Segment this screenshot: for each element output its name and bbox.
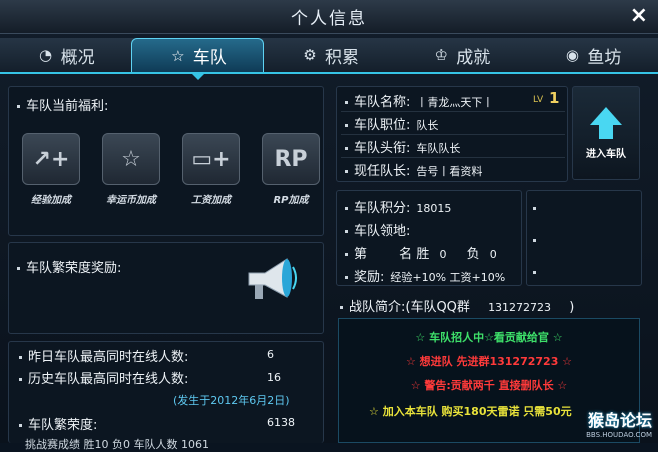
- team-title-value: 车队队长: [416, 142, 461, 155]
- tab-accumulate-label: 积累: [325, 47, 359, 68]
- team-points-side-panel: [526, 190, 642, 286]
- reward-title: 车队繁荣度奖励:: [17, 257, 121, 276]
- team-bonus-value: 经验+10% 工资+10%: [390, 271, 506, 284]
- forum-watermark: 猴岛论坛 BBS.HOUDAO.COM: [586, 407, 652, 439]
- benefit-exp-label: 经验加成: [31, 195, 71, 206]
- team-rank-row: 第 名 胜 0 负 0: [345, 243, 497, 262]
- tab-bar: ◔ 概况 ☆ 车队 ⚙ 积累 ♔ 成就 ◉ 鱼坊: [0, 38, 658, 80]
- team-loss-value: 0: [489, 248, 497, 261]
- team-benefits-panel: 车队当前福利: ↗+ 经验加成 ☆ 幸运币加成 ▭+ 工资加成 RP RP加成: [8, 86, 324, 236]
- history-online-value: 16: [267, 371, 281, 384]
- tab-team[interactable]: ☆ 车队: [131, 38, 265, 80]
- team-leader-label: 现任队长:: [354, 164, 411, 179]
- watermark-sub: BBS.HOUDAO.COM: [586, 431, 652, 439]
- intro-line-1: ☆ 车队招人中☆看贡献给官 ☆: [415, 331, 563, 344]
- intro-close-paren: ): [569, 300, 575, 315]
- team-stats-panel: 昨日车队最高同时在线人数: 6 历史车队最高同时在线人数: 16 (发生于201…: [8, 341, 324, 451]
- personal-info-window: 个人信息 × ◔ 概况 ☆ 车队 ⚙ 积累 ♔ 成就 ◉ 鱼坊 车队当前福利:: [0, 0, 658, 451]
- team-points-panel: 车队积分: 18015 车队领地: 第 名 胜 0 负 0 奖励: 经验+10% 工…: [336, 190, 522, 286]
- history-online-row: 历史车队最高同时在线人数:: [19, 368, 188, 387]
- prosperity-label: 车队繁荣度:: [28, 418, 98, 433]
- exp-bonus-icon: ↗+: [22, 133, 80, 185]
- tab-achievement[interactable]: ♔ 成就: [396, 38, 527, 72]
- team-bonus-row: 奖励: 经验+10% 工资+10%: [345, 266, 505, 285]
- team-score-row: 车队积分: 18015: [345, 197, 451, 216]
- benefit-salary[interactable]: ▭+ 工资加成: [179, 133, 243, 206]
- fish-icon: ◉: [565, 46, 579, 64]
- team-level-value: 1: [549, 89, 560, 107]
- team-name-value: 丨青龙灬天下丨: [416, 96, 494, 109]
- title-bar: 个人信息 ×: [0, 0, 658, 34]
- team-title-row: 车队头衔: 车队队长: [345, 137, 460, 156]
- benefit-lucky-coin[interactable]: ☆ 幸运币加成: [99, 133, 163, 206]
- team-title-label: 车队头衔:: [354, 141, 411, 156]
- rp-icon: RP: [262, 133, 320, 185]
- benefit-lucky-coin-label: 幸运币加成: [106, 195, 156, 206]
- yesterday-online-row: 昨日车队最高同时在线人数:: [19, 346, 188, 365]
- benefit-rp[interactable]: RP RP加成: [259, 133, 323, 206]
- intro-title: 战队简介:(车队QQ群: [349, 300, 470, 315]
- team-win-value: 0: [439, 248, 447, 261]
- enter-team-button[interactable]: 进入车队: [572, 86, 640, 180]
- team-leader-row: 现任队长: 告号丨看资料: [345, 160, 482, 179]
- tab-fishery-label: 鱼坊: [587, 47, 622, 68]
- team-position-label: 车队职位:: [354, 118, 411, 133]
- window-title: 个人信息: [291, 9, 367, 29]
- history-online-date: (发生于2012年6月2日): [173, 394, 290, 407]
- close-button[interactable]: ×: [630, 3, 648, 28]
- tab-fishery[interactable]: ◉ 鱼坊: [527, 38, 658, 72]
- up-arrow-icon: [590, 106, 622, 125]
- enter-team-label: 进入车队: [586, 148, 626, 160]
- prosperity-row: 车队繁荣度:: [19, 414, 97, 433]
- yesterday-online-value: 6: [267, 348, 274, 361]
- team-position-row: 车队职位: 队长: [345, 114, 438, 133]
- gauge-icon: ◔: [39, 46, 53, 64]
- reward-title-text: 车队繁荣度奖励:: [26, 261, 122, 276]
- tab-overview-label: 概况: [60, 47, 95, 68]
- benefit-list: ↗+ 经验加成 ☆ 幸运币加成 ▭+ 工资加成 RP RP加成: [19, 133, 323, 206]
- benefit-exp[interactable]: ↗+ 经验加成: [19, 133, 83, 206]
- watermark-main: 猴岛论坛: [587, 411, 652, 430]
- tab-achievement-label: 成就: [456, 47, 491, 68]
- team-win-label: 胜: [416, 247, 430, 262]
- tab-overview[interactable]: ◔ 概况: [0, 38, 131, 72]
- team-info-panel: 车队名称: 丨青龙灬天下丨 LV 1 车队职位: 队长 车队头衔: 车队队长 现任队长…: [336, 86, 568, 182]
- gear-icon: ⚙: [303, 46, 317, 64]
- team-rank-suffix: 名: [399, 247, 413, 262]
- lucky-coin-icon: ☆: [102, 133, 160, 185]
- challenge-record-row: 挑战赛成绩 胜10 负0 车队人数 1061: [25, 438, 209, 451]
- team-rank-label: 第: [354, 247, 368, 262]
- prosperity-value: 6138: [267, 416, 295, 429]
- megaphone-icon[interactable]: [243, 253, 297, 307]
- tab-accumulate[interactable]: ⚙ 积累: [264, 38, 395, 72]
- intro-line-2: ☆ 想进队 先进群131272723 ☆: [405, 355, 573, 368]
- team-leader-value: 告号丨看资料: [416, 165, 483, 178]
- team-score-label: 车队积分:: [354, 201, 411, 216]
- team-territory-row: 车队领地:: [345, 220, 410, 239]
- team-score-value: 18015: [416, 202, 452, 215]
- team-name-row: 车队名称: 丨青龙灬天下丨: [345, 91, 493, 110]
- team-territory-label: 车队领地:: [354, 224, 411, 239]
- team-loss-label: 负: [466, 247, 480, 262]
- history-online-label: 历史车队最高同时在线人数:: [28, 372, 189, 387]
- team-position-value: 队长: [416, 119, 439, 132]
- team-bonus-label: 奖励:: [354, 270, 385, 285]
- intro-title-row: 战队简介:(车队QQ群 131272723 ): [340, 296, 574, 315]
- tab-team-label: 车队: [192, 48, 227, 68]
- benefit-salary-label: 工资加成: [191, 195, 231, 206]
- star-icon: ☆: [171, 46, 185, 65]
- salary-card-icon: ▭+: [182, 133, 240, 185]
- team-name-label: 车队名称:: [354, 95, 411, 110]
- prosperity-reward-panel: 车队繁荣度奖励:: [8, 242, 324, 334]
- intro-line-3: ☆ 警告:贡献两千 直接删队长 ☆: [410, 379, 568, 392]
- intro-qq-number: 131272723: [488, 301, 552, 314]
- benefits-title-text: 车队当前福利:: [26, 99, 109, 114]
- team-level-label: LV: [533, 95, 544, 105]
- yesterday-online-label: 昨日车队最高同时在线人数:: [28, 350, 189, 365]
- award-icon: ♔: [434, 46, 448, 64]
- benefits-title: 车队当前福利:: [17, 95, 108, 114]
- benefit-rp-label: RP加成: [273, 195, 309, 206]
